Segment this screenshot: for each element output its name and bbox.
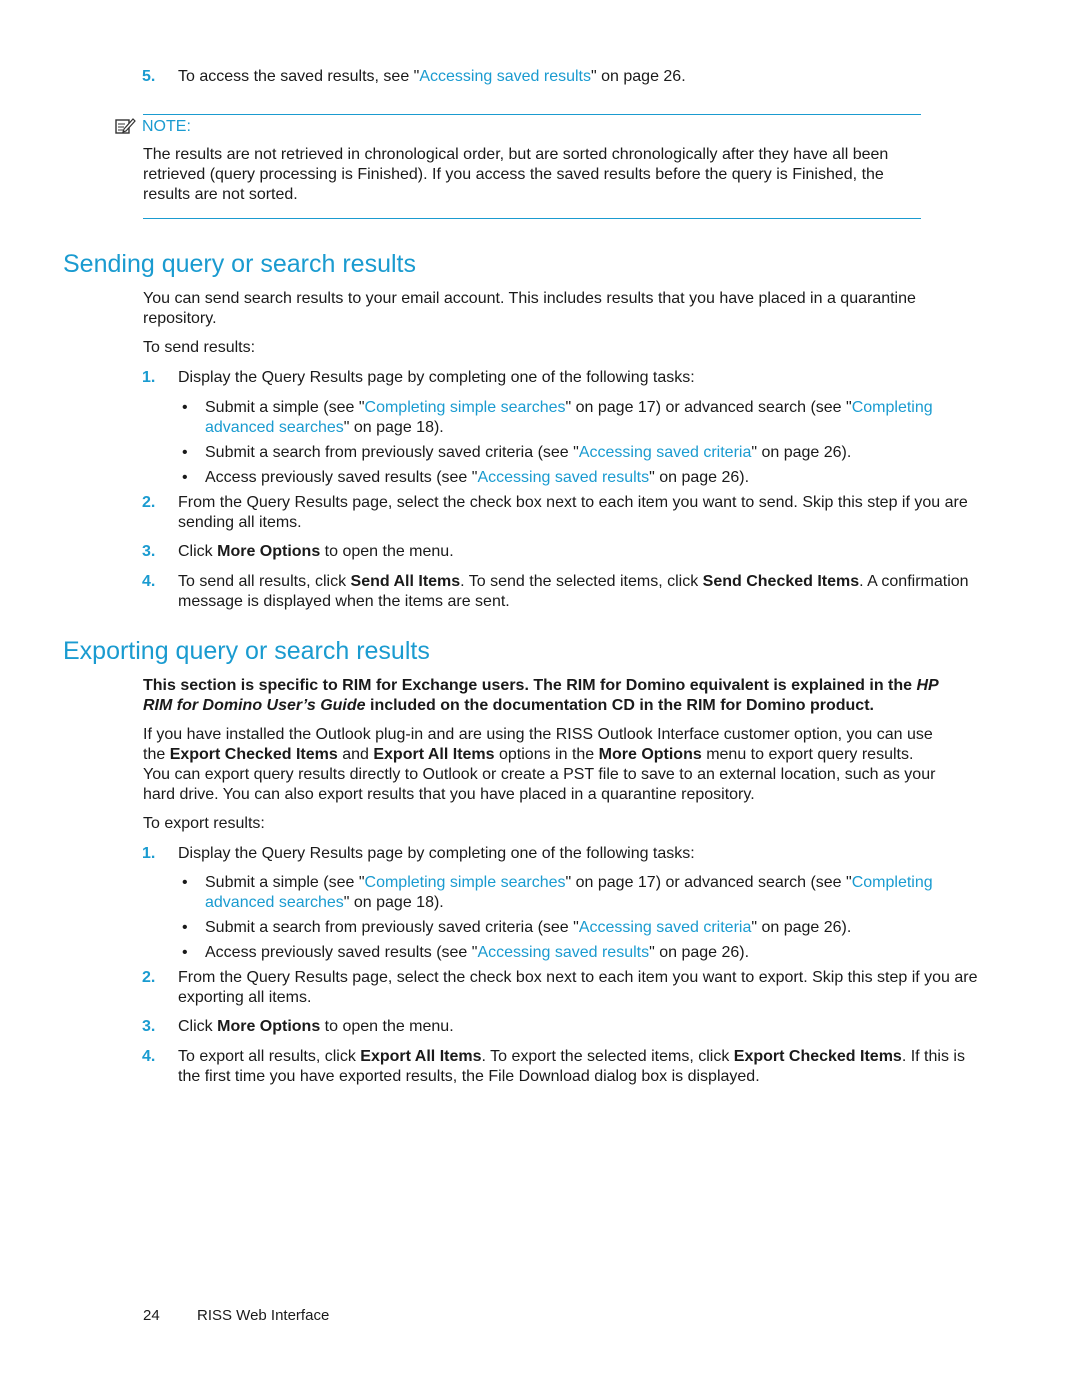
- page-number: 24: [143, 1307, 160, 1324]
- sending-bullet-3: • Access previously saved results (see "…: [182, 469, 750, 486]
- link-accessing-saved-results[interactable]: Accessing saved results: [477, 944, 649, 961]
- note-top-rule: [143, 114, 921, 115]
- note-bottom-rule: [143, 218, 921, 219]
- footer-title: RISS Web Interface: [197, 1307, 330, 1324]
- note-pencil-icon: [115, 117, 139, 135]
- exporting-bullet-2: • Submit a search from previously saved …: [182, 919, 852, 936]
- exporting-step-2: 2. From the Query Results page, select t…: [142, 969, 978, 1006]
- link-accessing-saved-criteria[interactable]: Accessing saved criteria: [579, 444, 752, 461]
- exporting-bullet-3: • Access previously saved results (see "…: [182, 944, 750, 961]
- sending-bullet-1: • Submit a simple (see "Completing simpl…: [182, 399, 933, 436]
- exporting-step-3: 3. Click More Options to open the menu.: [142, 1018, 454, 1035]
- link-accessing-saved-results[interactable]: Accessing saved results: [477, 469, 649, 486]
- sending-step-4: 4. To send all results, click Send All I…: [142, 573, 969, 610]
- sending-bullet-2: • Submit a search from previously saved …: [182, 444, 852, 461]
- heading-exporting: Exporting query or search results: [63, 637, 430, 665]
- sending-intro: You can send search results to your emai…: [143, 290, 916, 327]
- note-label: NOTE:: [142, 118, 191, 135]
- link-accessing-saved-criteria[interactable]: Accessing saved criteria: [579, 919, 752, 936]
- sending-step-3: 3. Click More Options to open the menu.: [142, 543, 454, 560]
- sending-step-2: 2. From the Query Results page, select t…: [142, 494, 968, 531]
- exporting-bullet-1: • Submit a simple (see "Completing simpl…: [182, 874, 933, 911]
- link-completing-simple-searches[interactable]: Completing simple searches: [365, 399, 566, 416]
- exporting-step-4: 4. To export all results, click Export A…: [142, 1048, 965, 1085]
- exporting-lead: To export results:: [143, 815, 265, 832]
- link-completing-simple-searches[interactable]: Completing simple searches: [365, 874, 566, 891]
- link-accessing-saved-results[interactable]: Accessing saved results: [419, 68, 591, 85]
- exporting-bold-intro: This section is specific to RIM for Exch…: [143, 677, 939, 714]
- step-5: 5. To access the saved results, see "Acc…: [142, 68, 686, 85]
- heading-sending: Sending query or search results: [63, 250, 416, 278]
- exporting-para: If you have installed the Outlook plug-i…: [143, 726, 936, 803]
- exporting-step-1: 1. Display the Query Results page by com…: [142, 845, 695, 862]
- sending-step-1: 1. Display the Query Results page by com…: [142, 369, 695, 386]
- step-number: 5.: [142, 68, 156, 85]
- sending-lead: To send results:: [143, 339, 256, 356]
- note-text: The results are not retrieved in chronol…: [143, 146, 889, 203]
